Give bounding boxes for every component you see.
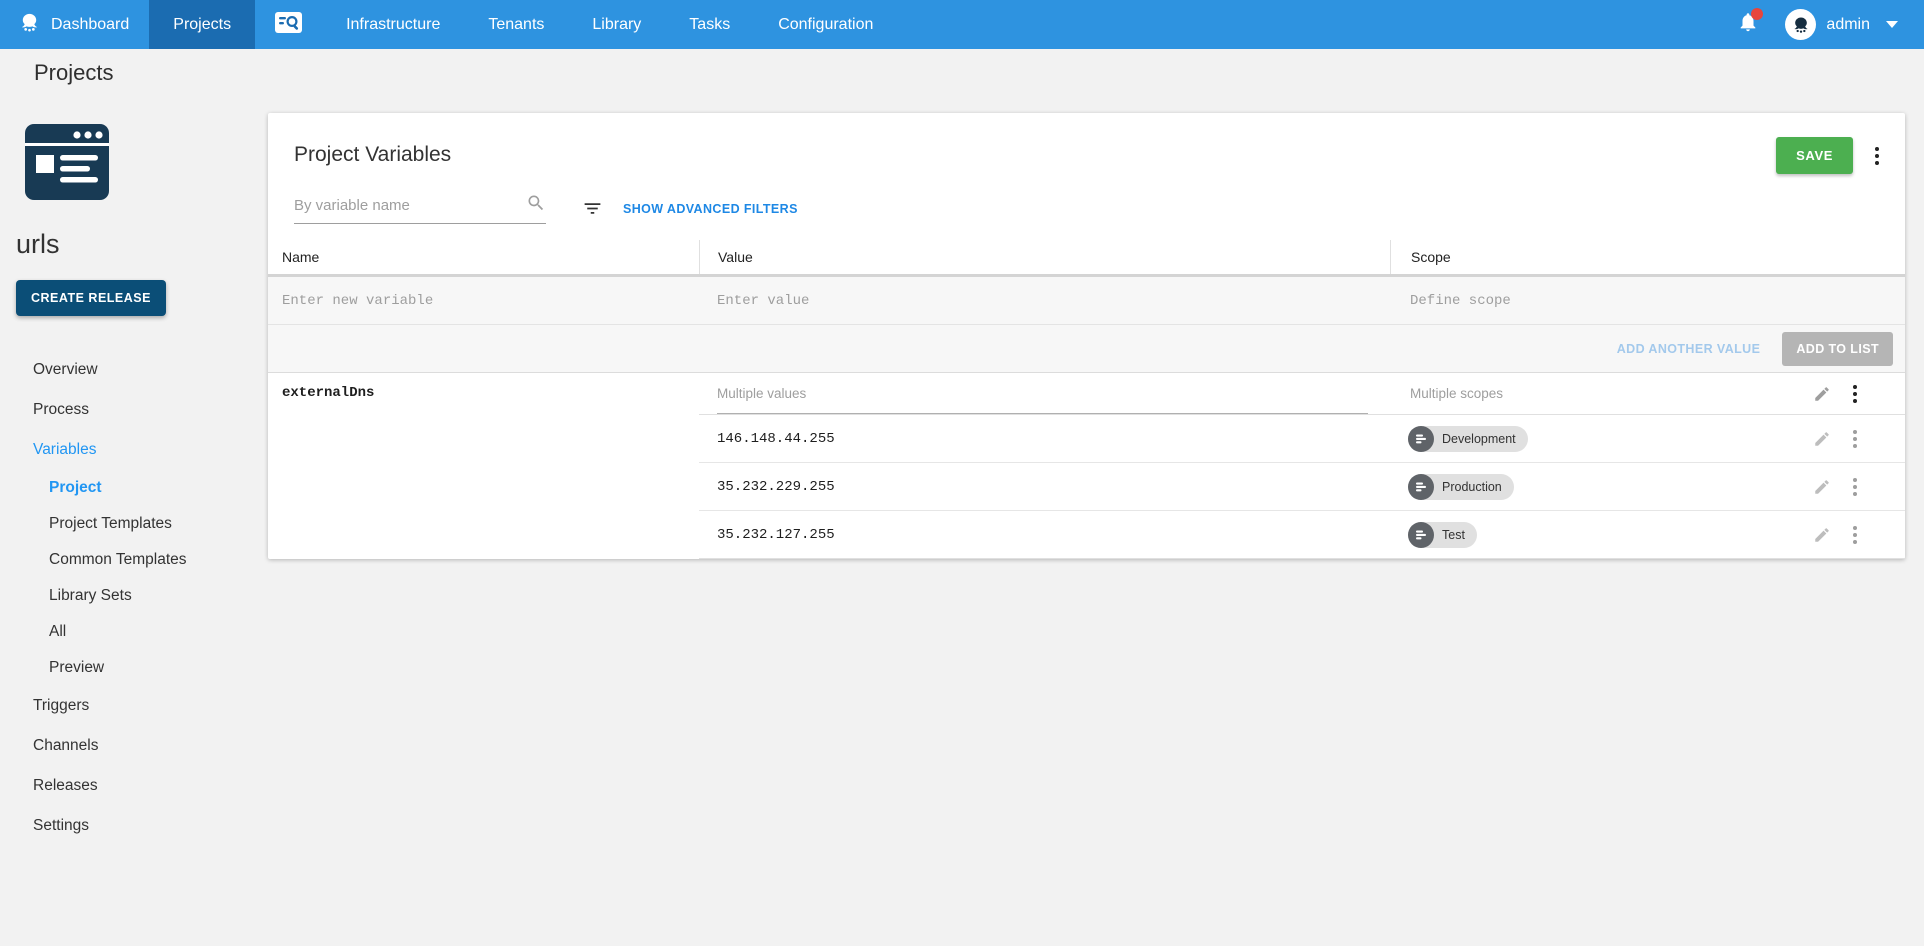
variable-summary-row: Multiple values Multiple scopes xyxy=(699,373,1905,415)
value-text[interactable]: 35.232.229.255 xyxy=(699,479,1390,495)
sidebar-item-overview[interactable]: Overview xyxy=(0,350,268,390)
user-name: admin xyxy=(1826,15,1870,33)
project-logo-icon xyxy=(25,124,109,205)
value-row-test: 35.232.127.255 Test xyxy=(699,511,1905,559)
nav-project-search[interactable] xyxy=(255,0,322,49)
variable-value-summary[interactable]: Multiple values xyxy=(717,373,1368,414)
new-variable-name-field[interactable]: Enter new variable xyxy=(268,293,699,309)
variables-table: Name Value Scope Enter new variable Ente… xyxy=(268,240,1905,559)
save-button[interactable]: SAVE xyxy=(1776,137,1853,174)
filter-list-icon xyxy=(582,198,603,219)
sidebar-item-triggers[interactable]: Triggers xyxy=(0,686,268,726)
table-header-row: Name Value Scope xyxy=(268,240,1905,277)
sidebar-item-common-templates[interactable]: Common Templates xyxy=(0,542,268,578)
scope-chip-label: Development xyxy=(1442,431,1516,446)
value-overflow-menu-icon[interactable] xyxy=(1847,471,1863,503)
value-text[interactable]: 35.232.127.255 xyxy=(699,527,1390,543)
nav-item-tenants[interactable]: Tenants xyxy=(464,0,568,49)
environment-icon xyxy=(1408,521,1434,548)
notification-badge xyxy=(1751,8,1764,20)
add-to-list-button[interactable]: ADD TO LIST xyxy=(1782,331,1893,366)
new-variable-scope-field[interactable]: Define scope xyxy=(1390,293,1905,309)
sidebar-item-variables-project[interactable]: Project xyxy=(0,470,268,506)
new-variable-actions-row: ADD ANOTHER VALUE ADD TO LIST xyxy=(268,325,1905,373)
chevron-down-icon xyxy=(1886,21,1898,28)
variable-search-input[interactable] xyxy=(294,197,526,214)
nav-item-tasks[interactable]: Tasks xyxy=(665,0,754,49)
pencil-icon[interactable] xyxy=(1813,430,1831,448)
project-name: urls xyxy=(16,229,60,259)
nav-item-library[interactable]: Library xyxy=(568,0,665,49)
avatar xyxy=(1785,9,1817,40)
project-variables-card: Project Variables SAVE By variable name … xyxy=(268,113,1905,559)
variable-overflow-menu-icon[interactable] xyxy=(1847,378,1863,410)
environment-icon xyxy=(1408,473,1434,500)
environment-icon xyxy=(1408,425,1434,452)
value-row-development: 146.148.44.255 Development xyxy=(699,415,1905,463)
card-title: Project Variables xyxy=(294,143,452,166)
variable-group-externaldns: externalDns Multiple values Multiple sco… xyxy=(268,373,1905,559)
sidebar-item-releases[interactable]: Releases xyxy=(0,766,268,806)
value-text[interactable]: 146.148.44.255 xyxy=(699,431,1390,447)
pencil-icon[interactable] xyxy=(1813,385,1831,403)
header-value: Value xyxy=(699,240,1390,274)
nav-item-infrastructure[interactable]: Infrastructure xyxy=(322,0,464,49)
pencil-icon[interactable] xyxy=(1813,526,1831,544)
breadcrumb: Projects xyxy=(0,49,1924,96)
sidebar-item-settings[interactable]: Settings xyxy=(0,806,268,846)
scope-chip-test[interactable]: Test xyxy=(1408,521,1477,548)
variable-search-box xyxy=(294,193,546,224)
notifications-button[interactable] xyxy=(1737,8,1764,38)
magnifier-icon xyxy=(526,193,546,218)
nav-item-configuration[interactable]: Configuration xyxy=(754,0,897,49)
add-another-value-button[interactable]: ADD ANOTHER VALUE xyxy=(1617,342,1761,356)
page-title: Projects xyxy=(34,59,114,85)
sidebar-item-variables[interactable]: Variables xyxy=(0,430,268,470)
card-overflow-menu-icon[interactable] xyxy=(1869,140,1885,172)
variable-scope-summary[interactable]: Multiple scopes xyxy=(1390,373,1813,414)
scope-chip-label: Production xyxy=(1442,479,1502,494)
sidebar-item-library-sets[interactable]: Library Sets xyxy=(0,578,268,614)
show-advanced-filters-link[interactable]: SHOW ADVANCED FILTERS xyxy=(623,202,798,216)
value-overflow-menu-icon[interactable] xyxy=(1847,519,1863,551)
nav-item-projects[interactable]: Projects xyxy=(149,0,256,49)
sidebar-item-all[interactable]: All xyxy=(0,614,268,650)
new-variable-row: Enter new variable Enter value Define sc… xyxy=(268,277,1905,325)
nav-dashboard[interactable]: Dashboard xyxy=(0,0,149,49)
new-variable-value-field[interactable]: Enter value xyxy=(699,293,1390,309)
header-name: Name xyxy=(282,249,320,265)
sidebar-item-channels[interactable]: Channels xyxy=(0,726,268,766)
value-row-production: 35.232.229.255 Production xyxy=(699,463,1905,511)
header-scope: Scope xyxy=(1390,240,1905,274)
project-search-icon xyxy=(275,11,303,38)
scope-chip-development[interactable]: Development xyxy=(1408,425,1528,452)
scope-chip-production[interactable]: Production xyxy=(1408,473,1514,500)
scope-chip-label: Test xyxy=(1442,527,1465,542)
sidebar-item-preview[interactable]: Preview xyxy=(0,650,268,686)
top-nav: Dashboard Projects Infrastructure Tenant… xyxy=(0,0,1924,49)
sidebar-item-project-templates[interactable]: Project Templates xyxy=(0,506,268,542)
pencil-icon[interactable] xyxy=(1813,478,1831,496)
create-release-button[interactable]: CREATE RELEASE xyxy=(16,280,166,316)
project-sidebar: urls CREATE RELEASE Overview Process Var… xyxy=(0,96,268,946)
sidebar-item-process[interactable]: Process xyxy=(0,390,268,430)
value-overflow-menu-icon[interactable] xyxy=(1847,423,1863,455)
user-menu[interactable]: admin xyxy=(1785,9,1898,40)
octopus-icon xyxy=(18,11,41,39)
variable-name[interactable]: externalDns xyxy=(268,373,699,559)
nav-dashboard-label: Dashboard xyxy=(51,15,130,33)
sidebar-nav: Overview Process Variables Project Proje… xyxy=(0,350,268,846)
filter-row: SHOW ADVANCED FILTERS xyxy=(294,193,1905,224)
